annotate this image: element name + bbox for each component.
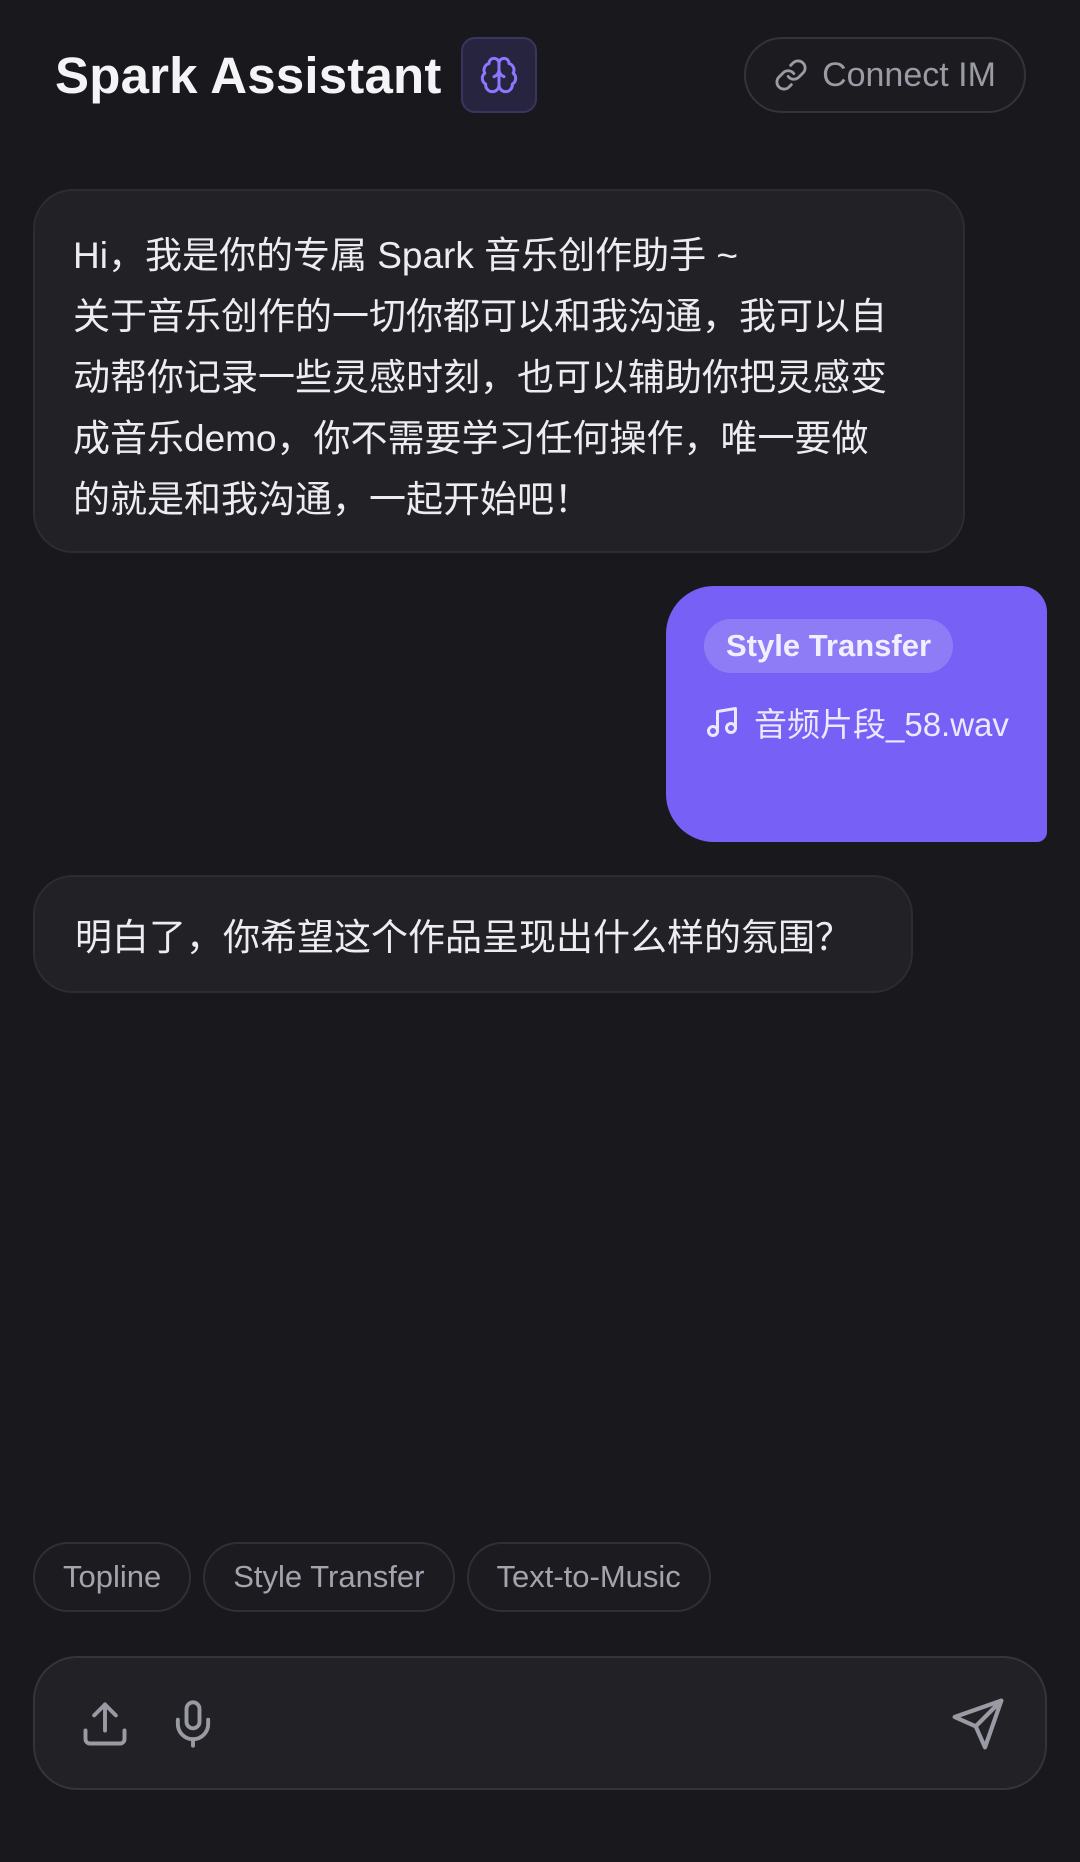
- message-line: 明白了，你希望这个作品呈现出什么样的氛围？: [75, 917, 852, 958]
- message-line: 的就是和我沟通，一起开始吧！: [73, 479, 591, 520]
- quick-action-text-to-music[interactable]: Text-to-Music: [466, 1542, 711, 1612]
- send-icon: [952, 1698, 1004, 1750]
- assistant-message: 明白了，你希望这个作品呈现出什么样的氛围？: [33, 875, 913, 993]
- chat-screen: Spark Assistant Connect IM Hi，我是你的专属 Spa…: [0, 0, 1080, 1862]
- brain-icon: [480, 56, 518, 94]
- link-icon: [775, 59, 807, 91]
- quick-action-topline[interactable]: Topline: [33, 1542, 192, 1612]
- send-button[interactable]: [950, 1696, 1006, 1752]
- quick-actions: Topline Style Transfer Text-to-Music: [33, 1542, 711, 1612]
- message-line: 成音乐demo，你不需要学习任何操作，唯一要做: [73, 418, 869, 459]
- connect-im-button[interactable]: Connect IM: [744, 37, 1026, 113]
- music-note-icon: [707, 707, 737, 737]
- message-line: 动帮你记录一些灵感时刻，也可以辅助你把灵感变: [73, 357, 887, 398]
- message-input[interactable]: [245, 1688, 945, 1760]
- message-composer: [33, 1656, 1047, 1790]
- audio-file-name: 音频片段_58.wav: [754, 706, 1009, 743]
- style-transfer-tag: Style Transfer: [704, 619, 954, 673]
- upload-button[interactable]: [79, 1698, 131, 1750]
- message-line: 关于音乐创作的一切你都可以和我沟通，我可以自: [73, 296, 887, 337]
- brain-button[interactable]: [461, 37, 537, 113]
- quick-action-style-transfer[interactable]: Style Transfer: [203, 1542, 455, 1612]
- audio-attachment[interactable]: 音频片段_58.wav: [704, 694, 1009, 750]
- header: Spark Assistant Connect IM: [0, 0, 1080, 150]
- app-title: Spark Assistant: [55, 47, 442, 104]
- connect-im-label: Connect IM: [822, 55, 996, 94]
- message-line: Hi，我是你的专属 Spark 音乐创作助手 ~: [73, 235, 739, 276]
- user-message: Style Transfer 音频片段_58.wav: [666, 586, 1047, 842]
- microphone-button[interactable]: [167, 1698, 219, 1750]
- microphone-icon: [175, 1700, 211, 1748]
- assistant-message: Hi，我是你的专属 Spark 音乐创作助手 ~ 关于音乐创作的一切你都可以和我…: [33, 189, 965, 553]
- upload-icon: [83, 1702, 127, 1746]
